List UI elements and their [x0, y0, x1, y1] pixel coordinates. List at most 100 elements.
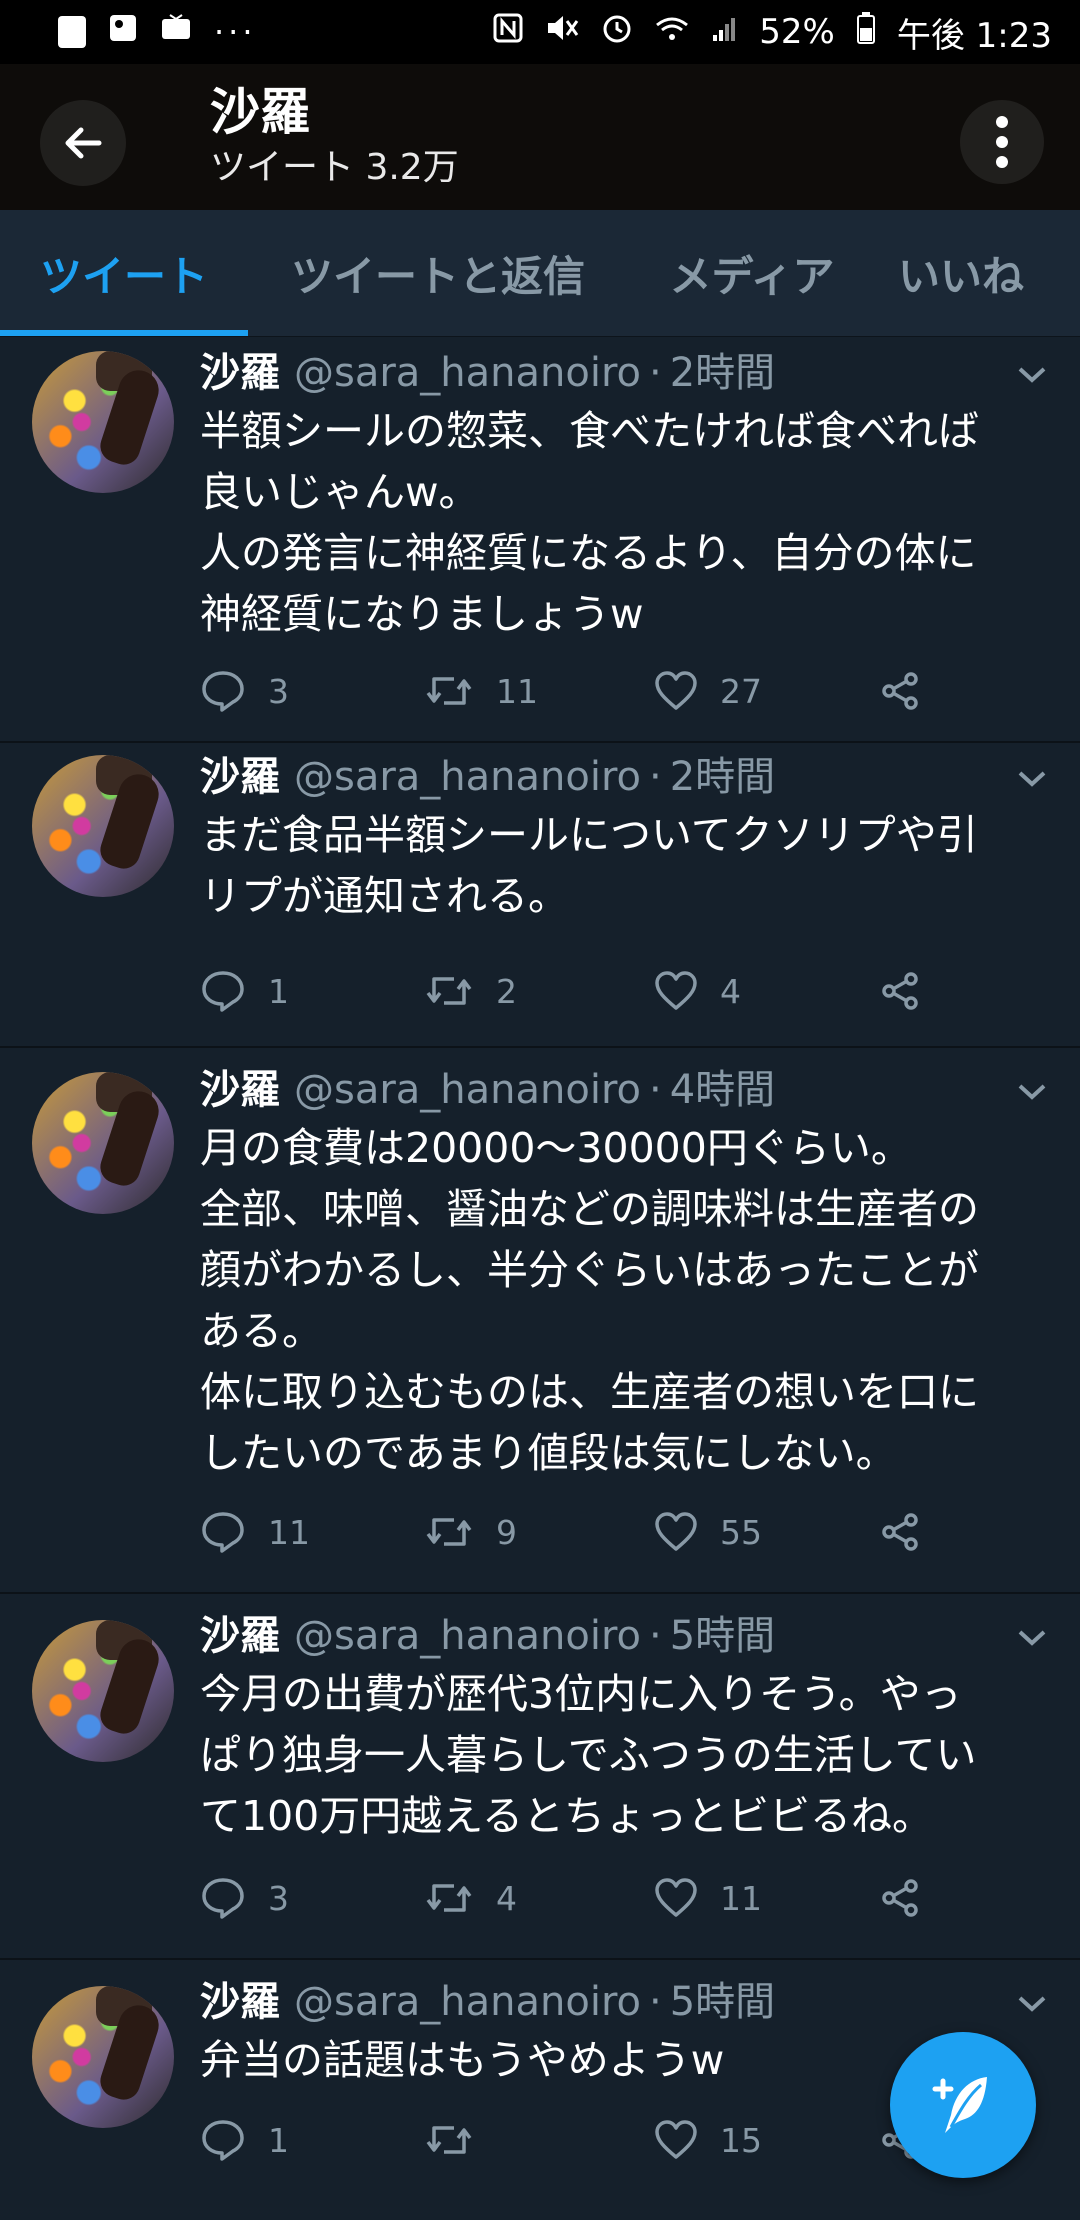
- author-handle: @sara_hananoiro: [294, 1613, 642, 1659]
- tweet-text: 今月の出費が歴代3位内に入りそう。やっ ぱり独身一人暮らしでふつうの生活してい …: [200, 1670, 977, 1840]
- reply-count: 11: [268, 1512, 310, 1552]
- author-name[interactable]: 沙羅: [200, 345, 280, 401]
- avatar[interactable]: [32, 1072, 174, 1214]
- heart-icon: [655, 971, 697, 1010]
- tweet-menu-button[interactable]: [1012, 1072, 1052, 1112]
- reply-icon: [202, 671, 244, 712]
- like-button[interactable]: 11: [654, 1868, 762, 1928]
- retweet-button[interactable]: 4: [424, 1868, 517, 1928]
- like-button[interactable]: 27: [654, 661, 762, 721]
- reply-icon: [202, 971, 244, 1012]
- back-button[interactable]: [40, 100, 126, 186]
- tweet-text: 月の食費は20000〜30000円ぐらい。 全部、味噌、醤油などの調味料は生産者…: [200, 1124, 979, 1477]
- separator-dot: ·: [649, 754, 662, 800]
- reply-count: 3: [268, 671, 289, 711]
- reply-icon: [202, 1512, 244, 1553]
- chevron-down-icon: [1018, 771, 1046, 787]
- reply-button[interactable]: 3: [200, 661, 289, 721]
- author-name[interactable]: 沙羅: [200, 749, 280, 805]
- author-handle: @sara_hananoiro: [294, 350, 642, 396]
- share-icon: [882, 1879, 918, 1917]
- separator-dot: ·: [649, 1613, 662, 1659]
- tweet-time: 5時間: [669, 1613, 776, 1659]
- more-options-button[interactable]: [960, 100, 1044, 184]
- reply-button[interactable]: 11: [200, 1502, 310, 1562]
- reply-count: 3: [268, 1878, 289, 1918]
- page-title: 沙羅: [210, 83, 310, 141]
- profile-tabs: ツイート ツイートと返信 メディア いいね: [0, 210, 1080, 337]
- retweet-icon: [426, 1518, 472, 1546]
- retweet-icon: [426, 977, 472, 1005]
- separator-dot: ·: [649, 350, 662, 396]
- tweet-time: 4時間: [669, 1067, 776, 1113]
- tab-tweets-and-replies[interactable]: ツイートと返信: [268, 210, 608, 336]
- author-handle: @sara_hananoiro: [294, 1067, 642, 1113]
- compose-tweet-button[interactable]: [890, 2032, 1036, 2178]
- chevron-down-icon: [1018, 367, 1046, 383]
- retweet-button[interactable]: 11: [424, 661, 538, 721]
- reply-icon: [202, 2120, 244, 2161]
- tv-icon: [160, 12, 192, 52]
- like-count: 15: [720, 2120, 762, 2160]
- tweet-feed: 沙羅 @sara_hananoiro · 2時間 半額シールの惣菜、食べたければ…: [0, 337, 1080, 2200]
- active-tab-indicator: [0, 330, 248, 336]
- like-count: 11: [720, 1878, 762, 1918]
- avatar[interactable]: [32, 1986, 174, 2128]
- like-count: 27: [720, 671, 762, 711]
- back-arrow-icon: [65, 127, 102, 159]
- author-name[interactable]: 沙羅: [200, 1974, 280, 2030]
- reply-button[interactable]: 1: [200, 961, 289, 1021]
- avatar[interactable]: [32, 755, 174, 897]
- retweet-count: 4: [496, 1878, 517, 1918]
- gallery-icon: [108, 12, 138, 52]
- tab-tweets[interactable]: ツイート: [0, 210, 248, 336]
- tweet-meta: 沙羅 @sara_hananoiro · 5時間: [200, 1974, 775, 2030]
- tweet-text: まだ食品半額シールについてクソリプや引 リプが通知される。: [200, 811, 978, 920]
- tweet-item[interactable]: 沙羅 @sara_hananoiro · 4時間 月の食費は20000〜3000…: [0, 1048, 1080, 1594]
- like-count: 4: [720, 971, 741, 1011]
- reply-button[interactable]: 1: [200, 2110, 289, 2170]
- tweet-item[interactable]: 沙羅 @sara_hananoiro · 5時間 今月の出費が歴代3位内に入りそ…: [0, 1594, 1080, 1960]
- tab-media[interactable]: メディア: [646, 210, 858, 336]
- reply-button[interactable]: 3: [200, 1868, 289, 1928]
- retweet-button[interactable]: 2: [424, 961, 517, 1021]
- tweet-item[interactable]: 沙羅 @sara_hananoiro · 2時間 まだ食品半額シールについてクソ…: [0, 743, 1080, 1048]
- share-button[interactable]: [880, 661, 920, 721]
- author-handle: @sara_hananoiro: [294, 754, 642, 800]
- avatar[interactable]: [32, 1620, 174, 1762]
- retweet-count: 2: [496, 971, 517, 1011]
- mute-icon: [545, 12, 579, 52]
- wifi-icon: [655, 12, 689, 52]
- tweet-meta: 沙羅 @sara_hananoiro · 2時間: [200, 345, 775, 401]
- author-name[interactable]: 沙羅: [200, 1608, 280, 1664]
- battery-icon: [856, 11, 875, 53]
- retweet-count: 9: [496, 1512, 517, 1552]
- vertical-dots-icon: [996, 116, 1008, 168]
- heart-icon: [655, 1512, 697, 1551]
- tweet-menu-button[interactable]: [1012, 355, 1052, 395]
- share-icon: [882, 972, 918, 1010]
- alarm-icon: [601, 12, 633, 53]
- tweet-meta: 沙羅 @sara_hananoiro · 5時間: [200, 1608, 775, 1664]
- chevron-down-icon: [1018, 1084, 1046, 1100]
- tweet-actions: 3 4 11: [200, 1868, 960, 1928]
- retweet-button[interactable]: 9: [424, 1502, 517, 1562]
- share-icon: [882, 672, 918, 710]
- tweet-menu-button[interactable]: [1012, 759, 1052, 799]
- tweet-text: 半額シールの惣菜、食べたければ食べれば 良いじゃんw。 人の発言に神経質になるよ…: [200, 407, 979, 638]
- tweet-menu-button[interactable]: [1012, 1984, 1052, 2024]
- share-button[interactable]: [880, 961, 920, 1021]
- tweet-menu-button[interactable]: [1012, 1618, 1052, 1658]
- share-button[interactable]: [880, 1502, 920, 1562]
- author-handle: @sara_hananoiro: [294, 1979, 642, 2025]
- tab-likes[interactable]: いいね: [898, 210, 1080, 336]
- like-button[interactable]: 4: [654, 961, 741, 1021]
- share-button[interactable]: [880, 1868, 920, 1928]
- like-button[interactable]: 15: [654, 2110, 762, 2170]
- like-button[interactable]: 55: [654, 1502, 762, 1562]
- avatar[interactable]: [32, 351, 174, 493]
- retweet-button[interactable]: [424, 2110, 496, 2170]
- tweet-time: 2時間: [669, 754, 776, 800]
- tweet-item[interactable]: 沙羅 @sara_hananoiro · 2時間 半額シールの惣菜、食べたければ…: [0, 337, 1080, 743]
- author-name[interactable]: 沙羅: [200, 1062, 280, 1118]
